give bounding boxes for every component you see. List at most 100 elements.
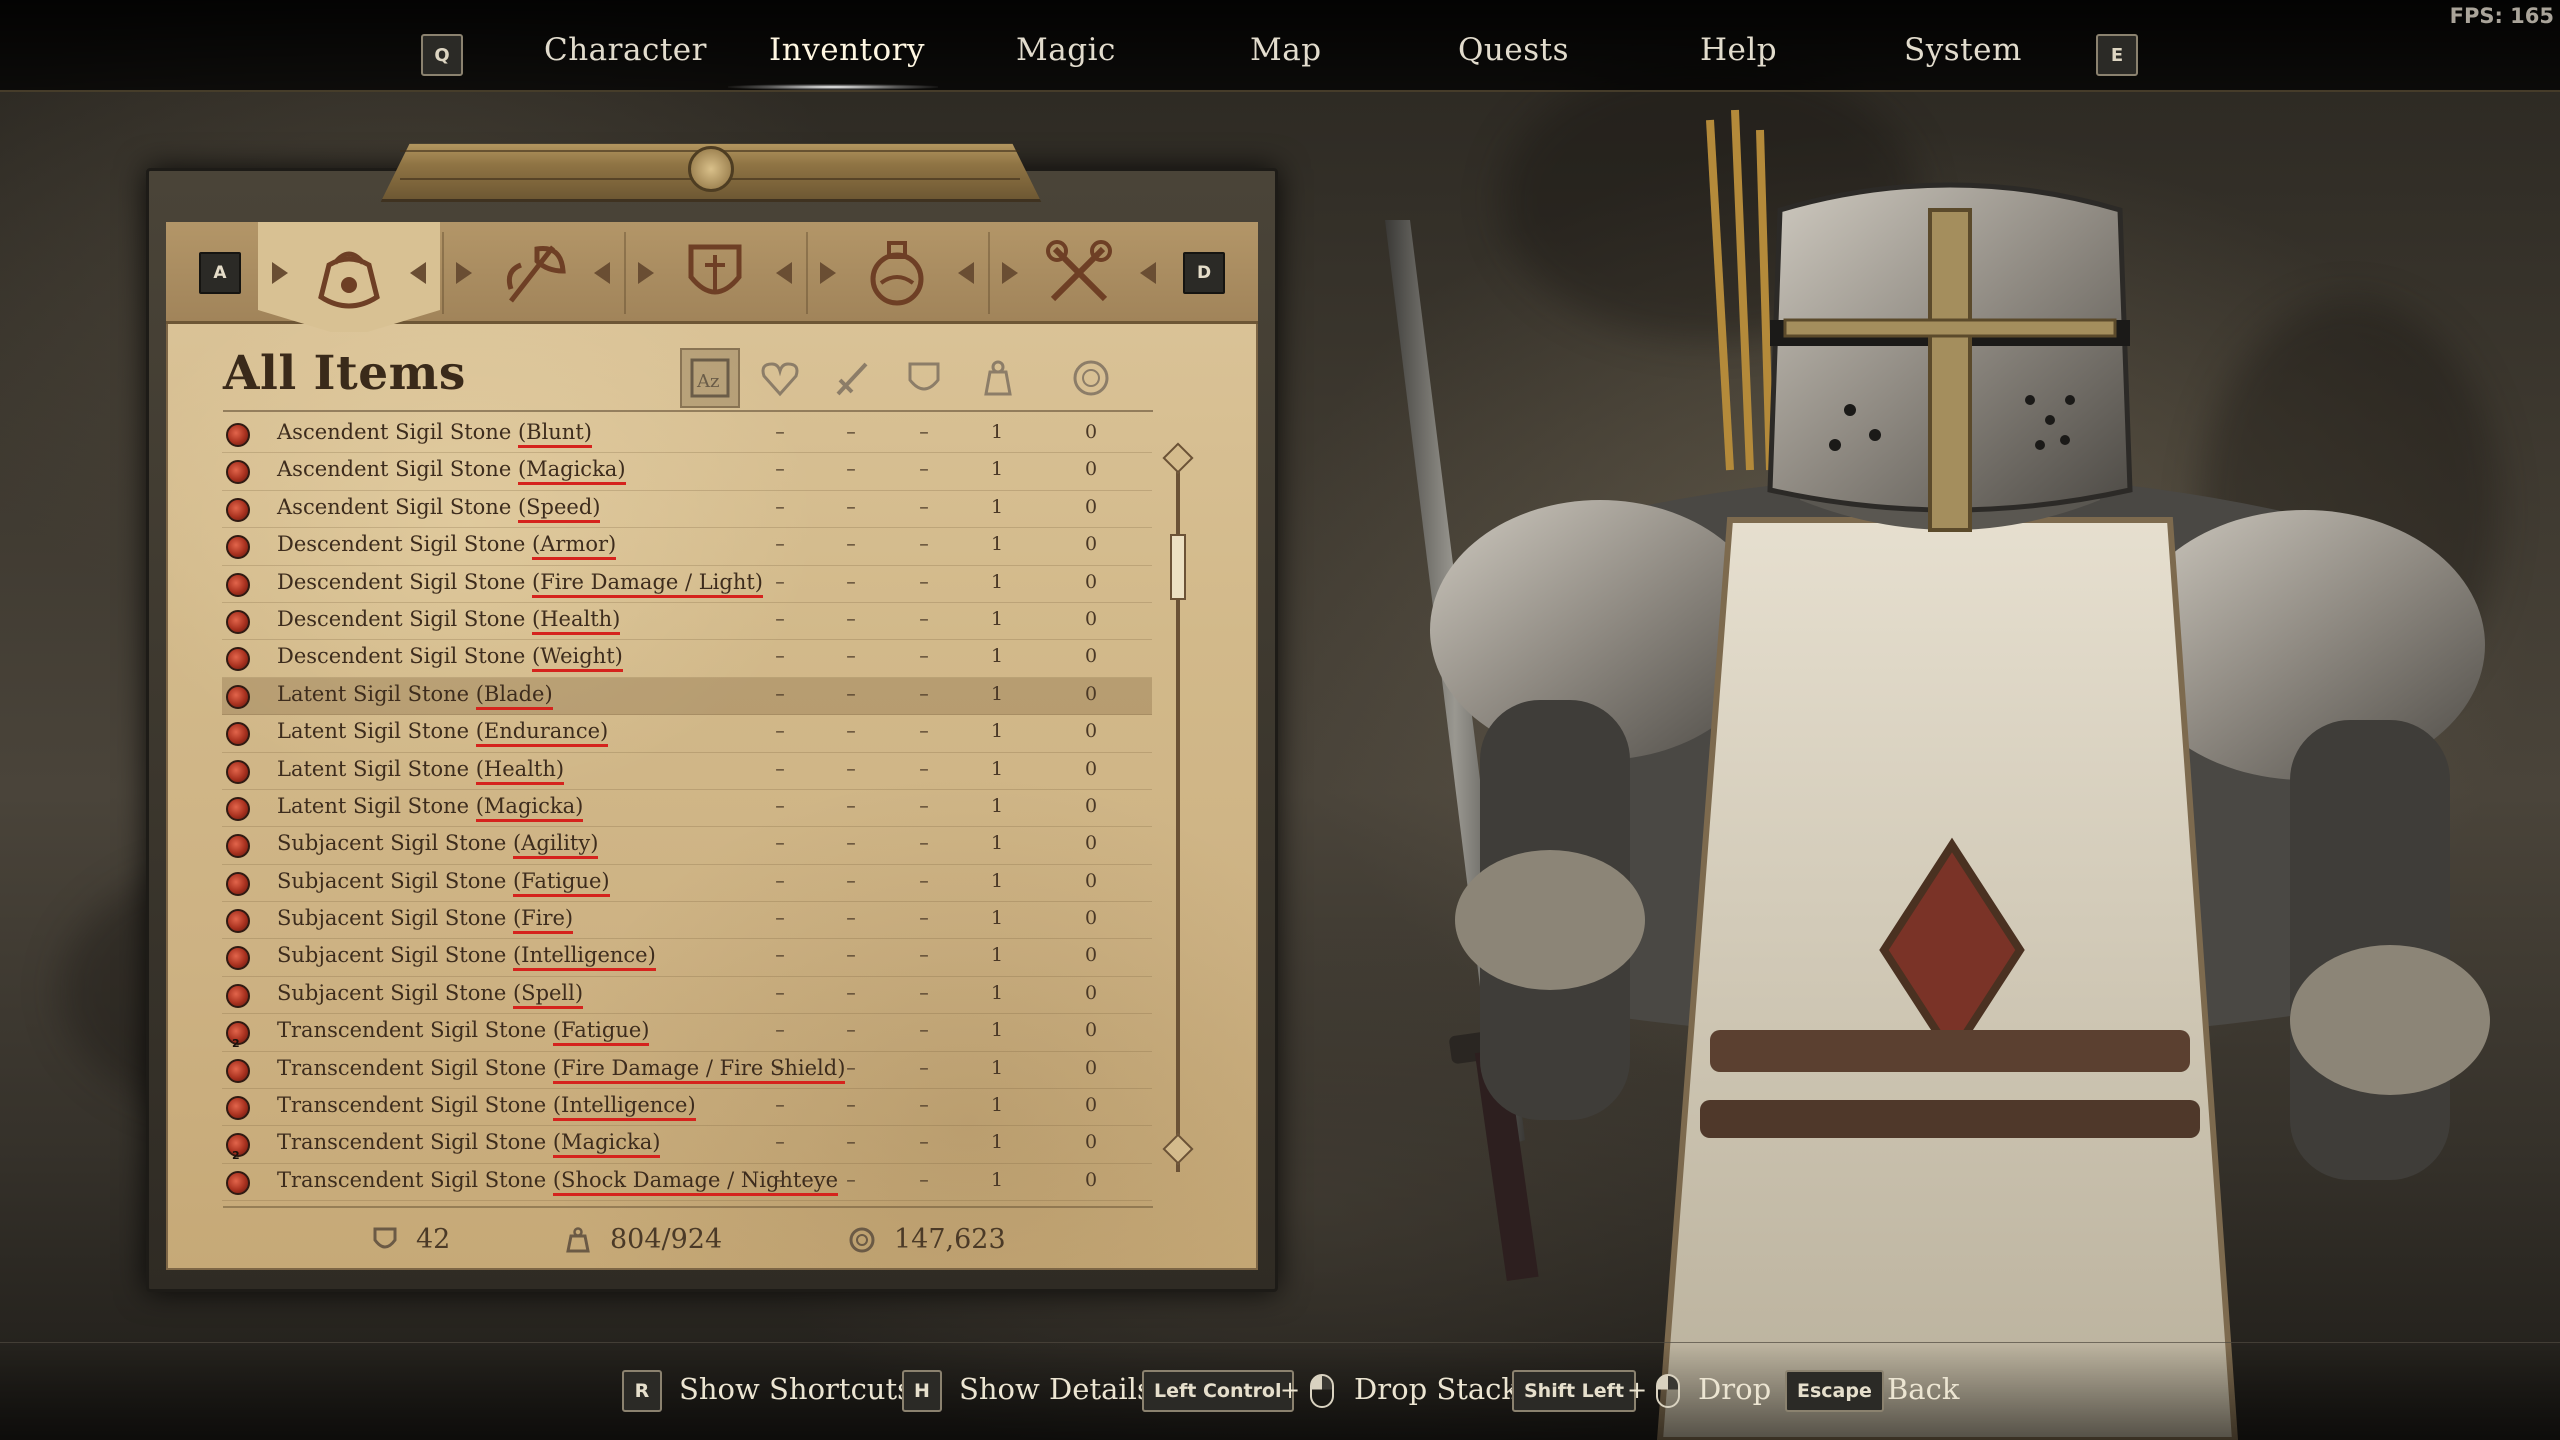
list-item[interactable]: Subjacent Sigil Stone (Agility) – – – 1 0	[222, 827, 1152, 865]
weight-value: 1	[990, 832, 1004, 855]
item-base-name: Transcendent Sigil Stone	[277, 1130, 547, 1155]
sort-by-name[interactable]: Az	[680, 348, 740, 408]
weight-value: 1	[990, 682, 1004, 705]
character-preview[interactable]	[1330, 100, 2560, 1440]
item-name: Subjacent Sigil Stone (Agility)	[277, 831, 599, 860]
sort-by-damage[interactable]	[822, 348, 882, 408]
list-item[interactable]: Descendent Sigil Stone (Health) – – – 1 0	[222, 603, 1152, 641]
damage-value: –	[846, 907, 856, 930]
weight-stat: 804/924	[564, 1224, 722, 1255]
tab-quests[interactable]: Quests	[1458, 32, 1569, 68]
tab-map[interactable]: Map	[1250, 32, 1322, 68]
list-item[interactable]: Latent Sigil Stone (Blade) – – – 1 0	[222, 677, 1152, 716]
item-base-name: Descendent Sigil Stone	[277, 532, 526, 557]
gold-value: 0	[1084, 533, 1098, 556]
weight-value: 1	[990, 421, 1004, 443]
category-prev-key[interactable]: A	[199, 252, 241, 294]
sort-by-weight[interactable]	[968, 348, 1028, 408]
list-item[interactable]: Transcendent Sigil Stone (Fire Damage / …	[222, 1052, 1152, 1090]
list-item[interactable]: Descendent Sigil Stone (Weight) – – – 1 0	[222, 640, 1152, 678]
health-value: –	[775, 944, 785, 967]
list-item[interactable]: Ascendent Sigil Stone (Speed) – – – 1 0	[222, 491, 1152, 529]
list-item[interactable]: Descendent Sigil Stone (Armor) – – – 1 0	[222, 528, 1152, 566]
category-next-key[interactable]: D	[1183, 252, 1225, 294]
list-item[interactable]: Ascendent Sigil Stone (Magicka) – – – 1 0	[222, 453, 1152, 491]
damage-value: –	[846, 1094, 856, 1117]
list-item[interactable]: Ascendent Sigil Stone (Blunt) – – – 1 0	[222, 416, 1152, 454]
list-item[interactable]: Subjacent Sigil Stone (Fire) – – – 1 0	[222, 902, 1152, 940]
list-item[interactable]: Transcendent Sigil Stone (Shock Damage /…	[222, 1164, 1152, 1202]
list-item[interactable]: Subjacent Sigil Stone (Fatigue) – – – 1 0	[222, 865, 1152, 903]
health-value: –	[775, 907, 785, 930]
back-label[interactable]: Back	[1887, 1372, 1959, 1406]
item-base-name: Ascendent Sigil Stone	[277, 420, 512, 444]
armor-value: –	[919, 421, 929, 443]
sort-by-health[interactable]	[750, 348, 810, 408]
tab-system[interactable]: System	[1904, 32, 2022, 68]
weight-value: 1	[990, 1056, 1004, 1079]
item-base-name: Subjacent Sigil Stone	[277, 868, 507, 893]
weight-value: 1	[990, 495, 1004, 518]
item-base-name: Descendent Sigil Stone	[277, 644, 526, 669]
item-name: Descendent Sigil Stone (Armor)	[277, 532, 617, 561]
show-shortcuts-label[interactable]: Show Shortcuts	[679, 1372, 912, 1406]
sort-by-armor[interactable]	[894, 348, 954, 408]
item-name: Transcendent Sigil Stone (Shock Damage /…	[277, 1167, 839, 1196]
health-value: –	[775, 1019, 785, 1042]
list-item[interactable]: Descendent Sigil Stone (Fire Damage / Li…	[222, 566, 1152, 603]
list-item[interactable]: Transcendent Sigil Stone (Intelligence) –…	[222, 1089, 1152, 1127]
gold-icon	[1073, 360, 1109, 396]
health-value: –	[775, 458, 785, 481]
list-item[interactable]: 2 Transcendent Sigil Stone (Magicka) – – – 1 0	[222, 1126, 1152, 1164]
active-tab-indicator	[728, 84, 938, 90]
damage-value: –	[846, 421, 856, 443]
list-item[interactable]: Subjacent Sigil Stone (Intelligence) – – – 1…	[222, 939, 1152, 977]
item-variant: (Blunt)	[517, 420, 592, 448]
show-details-key[interactable]: H	[902, 1370, 942, 1412]
drop-key[interactable]: Shift Left	[1512, 1370, 1637, 1412]
damage-value: –	[846, 757, 856, 780]
item-name: Descendent Sigil Stone (Fire Damage / Li…	[277, 569, 764, 598]
armor-value: –	[919, 832, 929, 855]
drop-stack-label[interactable]: Drop Stack	[1354, 1372, 1519, 1406]
item-name: Subjacent Sigil Stone (Fatigue)	[277, 868, 610, 897]
damage-value: –	[846, 645, 856, 668]
show-details-label[interactable]: Show Details	[959, 1372, 1152, 1406]
sort-by-value[interactable]	[1061, 348, 1121, 408]
tab-magic[interactable]: Magic	[1016, 32, 1116, 68]
tab-inventory[interactable]: Inventory	[769, 32, 925, 68]
gold-value: 0	[1084, 832, 1098, 855]
drop-label[interactable]: Drop	[1698, 1372, 1771, 1406]
armor-value: –	[919, 720, 929, 743]
sigil-stone-icon	[226, 1096, 250, 1121]
gold-value: 0	[1084, 794, 1098, 817]
back-key[interactable]: Escape	[1785, 1370, 1884, 1412]
nav-next-key[interactable]: E	[2096, 34, 2138, 76]
gold-value: 0	[1084, 682, 1098, 705]
scrollbar-thumb[interactable]	[1170, 534, 1186, 600]
list-item[interactable]: 2 Transcendent Sigil Stone (Fatigue) – – – 1 0	[222, 1014, 1152, 1052]
armor-value: –	[919, 645, 929, 668]
gold-value: 0	[1084, 720, 1098, 743]
heart-icon	[761, 362, 799, 397]
tab-character[interactable]: Character	[544, 32, 707, 68]
weight-value: 1	[990, 1168, 1004, 1191]
item-variant: (Fire)	[512, 906, 574, 935]
list-item[interactable]: Latent Sigil Stone (Magicka) – – – 1 0	[222, 790, 1152, 828]
item-name: Latent Sigil Stone (Blade)	[277, 681, 553, 710]
list-item[interactable]: Latent Sigil Stone (Health) – – – 1 0	[222, 753, 1152, 790]
health-value: –	[775, 682, 785, 705]
item-base-name: Transcendent Sigil Stone	[277, 1055, 547, 1080]
item-base-name: Transcendent Sigil Stone	[277, 1018, 547, 1043]
category-arrow-icon	[1002, 262, 1018, 284]
nav-prev-key[interactable]: Q	[421, 34, 463, 76]
item-base-name: Transcendent Sigil Stone	[277, 1167, 547, 1192]
health-value: –	[775, 1131, 785, 1154]
drop-stack-key[interactable]: Left Control	[1142, 1370, 1294, 1412]
show-shortcuts-key[interactable]: R	[622, 1370, 662, 1412]
item-name: Ascendent Sigil Stone (Magicka)	[277, 457, 626, 486]
list-item[interactable]: Latent Sigil Stone (Endurance) – – – 1 0	[222, 715, 1152, 753]
list-item[interactable]: Subjacent Sigil Stone (Spell) – – – 1 0	[222, 977, 1152, 1015]
tab-help[interactable]: Help	[1700, 32, 1777, 68]
item-variant: (Speed)	[517, 494, 601, 523]
